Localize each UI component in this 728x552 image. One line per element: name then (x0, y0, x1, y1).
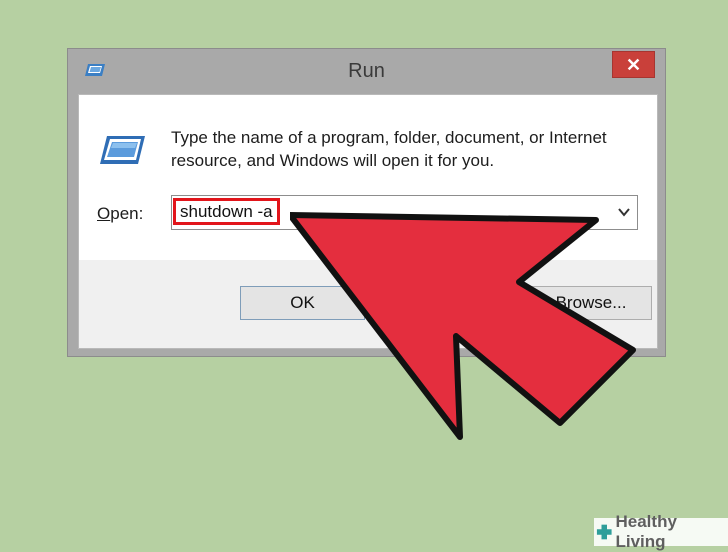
open-label-accesskey: O (97, 204, 111, 223)
brand-watermark: Healthy Living (594, 512, 728, 551)
dialog-description: Type the name of a program, folder, docu… (171, 128, 607, 170)
red-pointer-arrow-overlay (290, 212, 636, 440)
plus-logo-icon (596, 524, 612, 540)
title-bar[interactable]: Run ✕ (68, 49, 665, 93)
open-label-text: pen: (110, 204, 144, 223)
open-input-value[interactable]: shutdown -a (173, 198, 280, 225)
window-title: Run (348, 60, 385, 82)
run-program-icon (100, 136, 145, 164)
close-button[interactable]: ✕ (612, 51, 655, 78)
open-label: Open: (97, 204, 143, 224)
close-icon: ✕ (625, 55, 642, 75)
brand-text: Healthy Living (615, 512, 677, 551)
